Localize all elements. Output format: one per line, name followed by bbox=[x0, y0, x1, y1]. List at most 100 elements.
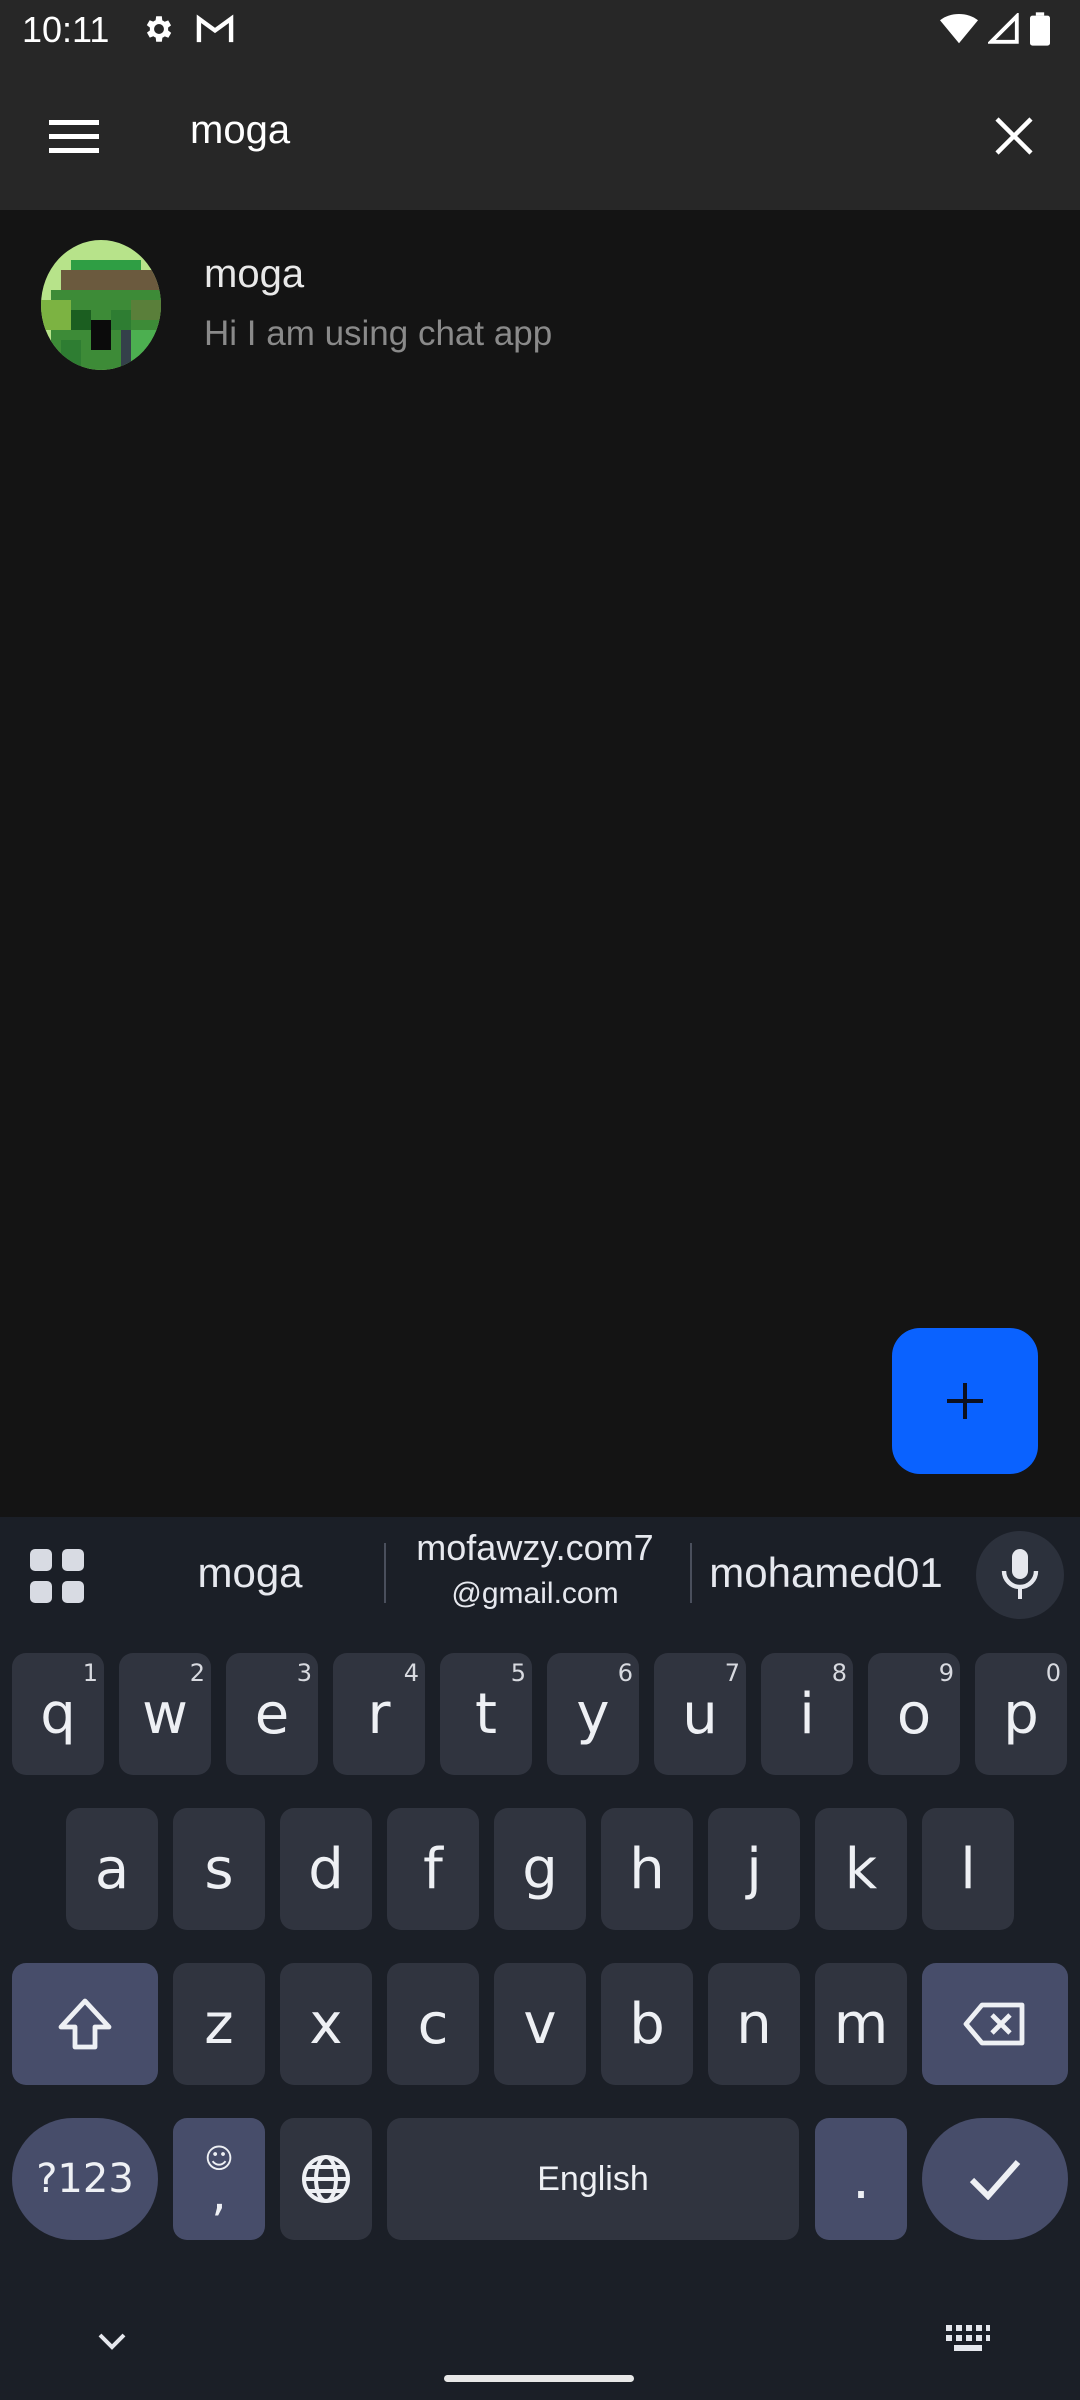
key-label: s bbox=[204, 1836, 234, 1902]
app-bar: moga bbox=[0, 62, 1080, 210]
key-label: h bbox=[629, 1836, 665, 1902]
keyboard-apps-button[interactable] bbox=[28, 1547, 86, 1605]
key-e[interactable]: e3 bbox=[226, 1653, 318, 1775]
key-l[interactable]: l bbox=[922, 1808, 1014, 1930]
key-u[interactable]: u7 bbox=[654, 1653, 746, 1775]
key-label: x bbox=[309, 1991, 343, 2057]
plus-icon bbox=[947, 1383, 983, 1419]
suggestion-2-line2: @gmail.com bbox=[451, 1577, 619, 1610]
key-b[interactable]: b bbox=[601, 1963, 693, 2085]
key-w[interactable]: w2 bbox=[119, 1653, 211, 1775]
shift-key[interactable] bbox=[12, 1963, 158, 2085]
cell-signal-icon bbox=[986, 11, 1020, 50]
key-f[interactable]: f bbox=[387, 1808, 479, 1930]
key-z[interactable]: z bbox=[173, 1963, 265, 2085]
battery-icon bbox=[1030, 11, 1050, 51]
backspace-key[interactable] bbox=[922, 1963, 1068, 2085]
key-hint: 6 bbox=[617, 1659, 633, 1687]
contact-name: moga bbox=[204, 252, 305, 296]
suggestion-2[interactable]: mofawzy.com7 @gmail.com bbox=[385, 1527, 685, 1611]
key-label: z bbox=[204, 1991, 234, 2057]
key-n[interactable]: n bbox=[708, 1963, 800, 2085]
microphone-icon bbox=[1001, 1549, 1039, 1599]
gesture-navigation-bar[interactable] bbox=[444, 2375, 634, 2382]
close-icon bbox=[995, 117, 1033, 155]
key-hint: 5 bbox=[510, 1659, 526, 1687]
suggestion-3[interactable]: mohamed01 bbox=[698, 1549, 954, 1597]
grid-icon bbox=[30, 1549, 84, 1603]
menu-button[interactable] bbox=[42, 104, 106, 168]
gear-icon bbox=[142, 12, 176, 51]
key-label: a bbox=[94, 1836, 130, 1902]
shift-icon bbox=[58, 1998, 112, 2050]
key-hint: 3 bbox=[296, 1659, 312, 1687]
key-label: q bbox=[40, 1681, 76, 1747]
contact-status: Hi I am using chat app bbox=[204, 314, 553, 353]
key-label: i bbox=[799, 1681, 815, 1747]
checkmark-icon bbox=[969, 2160, 1021, 2200]
backspace-icon bbox=[963, 2002, 1025, 2046]
key-label: c bbox=[417, 1991, 449, 2057]
key-s[interactable]: s bbox=[173, 1808, 265, 1930]
key-label: k bbox=[844, 1836, 878, 1902]
list-item[interactable]: moga Hi I am using chat app bbox=[0, 220, 1080, 390]
suggestion-divider bbox=[690, 1543, 692, 1603]
key-v[interactable]: v bbox=[494, 1963, 586, 2085]
key-a[interactable]: a bbox=[66, 1808, 158, 1930]
key-label: p bbox=[1003, 1681, 1039, 1747]
key-hint: 8 bbox=[831, 1659, 847, 1687]
key-d[interactable]: d bbox=[280, 1808, 372, 1930]
key-label: ?123 bbox=[36, 2156, 134, 2202]
gmail-icon bbox=[196, 13, 234, 49]
key-y[interactable]: y6 bbox=[547, 1653, 639, 1775]
soft-keyboard: moga mofawzy.com7 @gmail.com mohamed01 q… bbox=[0, 1517, 1080, 2400]
key-label: m bbox=[833, 1991, 889, 2057]
key-hint: 9 bbox=[938, 1659, 954, 1687]
voice-input-button[interactable] bbox=[976, 1531, 1064, 1619]
key-x[interactable]: x bbox=[280, 1963, 372, 2085]
symbols-key[interactable]: ?123 bbox=[12, 2118, 158, 2240]
key-o[interactable]: o9 bbox=[868, 1653, 960, 1775]
key-hint: 2 bbox=[189, 1659, 205, 1687]
period-key[interactable]: . bbox=[815, 2118, 907, 2240]
switch-keyboard-button[interactable] bbox=[944, 2323, 992, 2353]
key-r[interactable]: r4 bbox=[333, 1653, 425, 1775]
key-label: b bbox=[629, 1991, 665, 2057]
keyboard-switch-icon bbox=[946, 2325, 990, 2351]
key-label: w bbox=[142, 1681, 188, 1747]
key-hint: 0 bbox=[1045, 1659, 1061, 1687]
key-h[interactable]: h bbox=[601, 1808, 693, 1930]
key-i[interactable]: i8 bbox=[761, 1653, 853, 1775]
key-t[interactable]: t5 bbox=[440, 1653, 532, 1775]
language-key[interactable] bbox=[280, 2118, 372, 2240]
key-label: e bbox=[254, 1681, 290, 1747]
key-label: t bbox=[475, 1681, 497, 1747]
key-m[interactable]: m bbox=[815, 1963, 907, 2085]
space-key[interactable]: English bbox=[387, 2118, 799, 2240]
status-bar: 10:11 bbox=[0, 0, 1080, 62]
add-chat-button[interactable] bbox=[892, 1328, 1038, 1474]
enter-key[interactable] bbox=[922, 2118, 1068, 2240]
key-j[interactable]: j bbox=[708, 1808, 800, 1930]
search-input[interactable]: moga bbox=[190, 108, 290, 153]
globe-icon bbox=[302, 2155, 350, 2203]
key-g[interactable]: g bbox=[494, 1808, 586, 1930]
key-label: English bbox=[537, 2159, 649, 2198]
hide-keyboard-button[interactable] bbox=[94, 2325, 130, 2355]
key-k[interactable]: k bbox=[815, 1808, 907, 1930]
suggestion-1[interactable]: moga bbox=[130, 1549, 370, 1597]
key-label: u bbox=[682, 1681, 718, 1747]
comma-key[interactable]: ☺ , bbox=[173, 2118, 265, 2240]
keyboard-hide-icon bbox=[98, 2333, 126, 2350]
suggestion-2-line1: mofawzy.com7 bbox=[416, 1527, 654, 1568]
key-hint: 1 bbox=[82, 1659, 98, 1687]
key-label: n bbox=[736, 1991, 772, 2057]
key-c[interactable]: c bbox=[387, 1963, 479, 2085]
key-q[interactable]: q1 bbox=[12, 1653, 104, 1775]
key-label: j bbox=[746, 1836, 762, 1902]
clear-search-button[interactable] bbox=[982, 104, 1046, 168]
key-hint: 4 bbox=[403, 1659, 419, 1687]
key-p[interactable]: p0 bbox=[975, 1653, 1067, 1775]
key-label: y bbox=[576, 1681, 610, 1747]
key-label: l bbox=[960, 1836, 976, 1902]
